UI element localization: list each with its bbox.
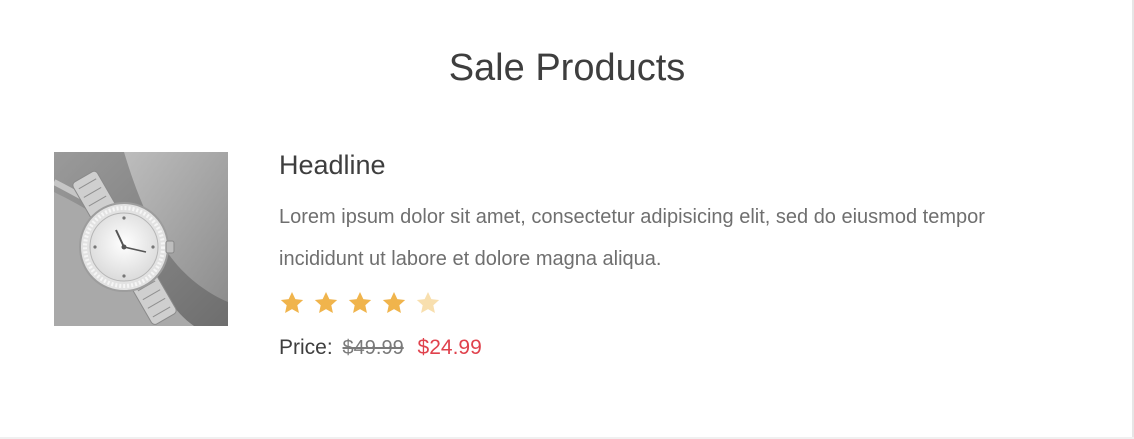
sale-price: $24.99 [417, 336, 482, 359]
star-empty-icon[interactable] [415, 290, 441, 316]
star-filled-icon[interactable] [279, 290, 305, 316]
price-row: Price: $49.99 $24.99 [279, 334, 1049, 362]
star-filled-icon[interactable] [347, 290, 373, 316]
wristwatch-photo-icon [54, 152, 228, 326]
star-filled-icon[interactable] [381, 290, 407, 316]
price-label: Price: [279, 336, 333, 359]
product-description: Lorem ipsum dolor sit amet, consectetur … [279, 206, 985, 270]
product-card: Headline Lorem ipsum dolor sit amet, con… [54, 148, 1054, 398]
star-filled-icon[interactable] [313, 290, 339, 316]
old-price: $49.99 [342, 337, 404, 359]
page: Sale Products Headline Lorem ipsum dolor… [0, 0, 1134, 439]
section-title: Sale Products [448, 47, 686, 89]
product-info: Headline Lorem ipsum dolor sit amet, con… [279, 148, 1049, 362]
rating-stars [279, 288, 1049, 318]
product-headline[interactable]: Headline [279, 148, 1049, 182]
product-image[interactable] [54, 152, 228, 326]
